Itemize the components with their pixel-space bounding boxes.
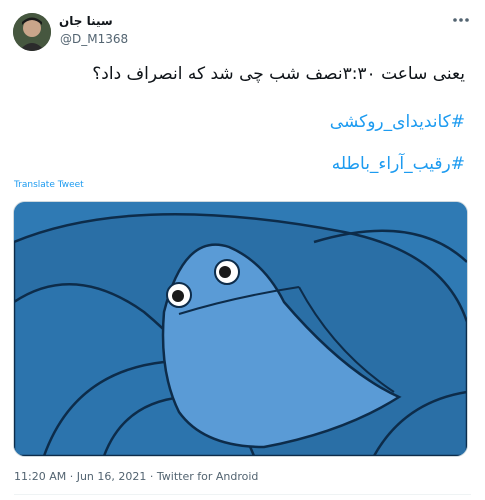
cartoon-image (14, 202, 467, 456)
author-handle[interactable]: @D_M1368 (60, 32, 128, 46)
tweet-date[interactable]: Jun 16, 2021 (77, 470, 147, 483)
tweet-media-image[interactable] (13, 201, 468, 457)
author-display-name[interactable]: سینا جان (59, 14, 113, 28)
tweet-card: سینا جان @D_M1368 یعنی ساعت ۳:۳۰نصف شب چ… (0, 0, 485, 500)
tweet-metadata: 11:20 AM · Jun 16, 2021 · Twitter for An… (14, 470, 258, 483)
tweet-text: یعنی ساعت ۳:۳۰نصف شب چی شد که انصراف داد… (25, 62, 465, 86)
meta-separator: · (66, 470, 77, 483)
avatar-image (13, 13, 51, 51)
tweet-body-line: یعنی ساعت ۳:۳۰نصف شب چی شد که انصراف داد… (92, 64, 465, 84)
tweet-time[interactable]: 11:20 AM (14, 470, 66, 483)
translate-tweet-link[interactable]: Translate Tweet (14, 180, 84, 190)
divider (14, 494, 471, 495)
hashtag-link-1[interactable]: #کاندیدای_روکشی (330, 112, 465, 132)
meta-separator: · (146, 470, 157, 483)
hashtag-link-2[interactable]: #رقیب_آراء_باطله (332, 154, 465, 174)
more-options-icon[interactable] (451, 10, 471, 30)
avatar[interactable] (13, 13, 51, 51)
tweet-source: Twitter for Android (156, 470, 259, 483)
